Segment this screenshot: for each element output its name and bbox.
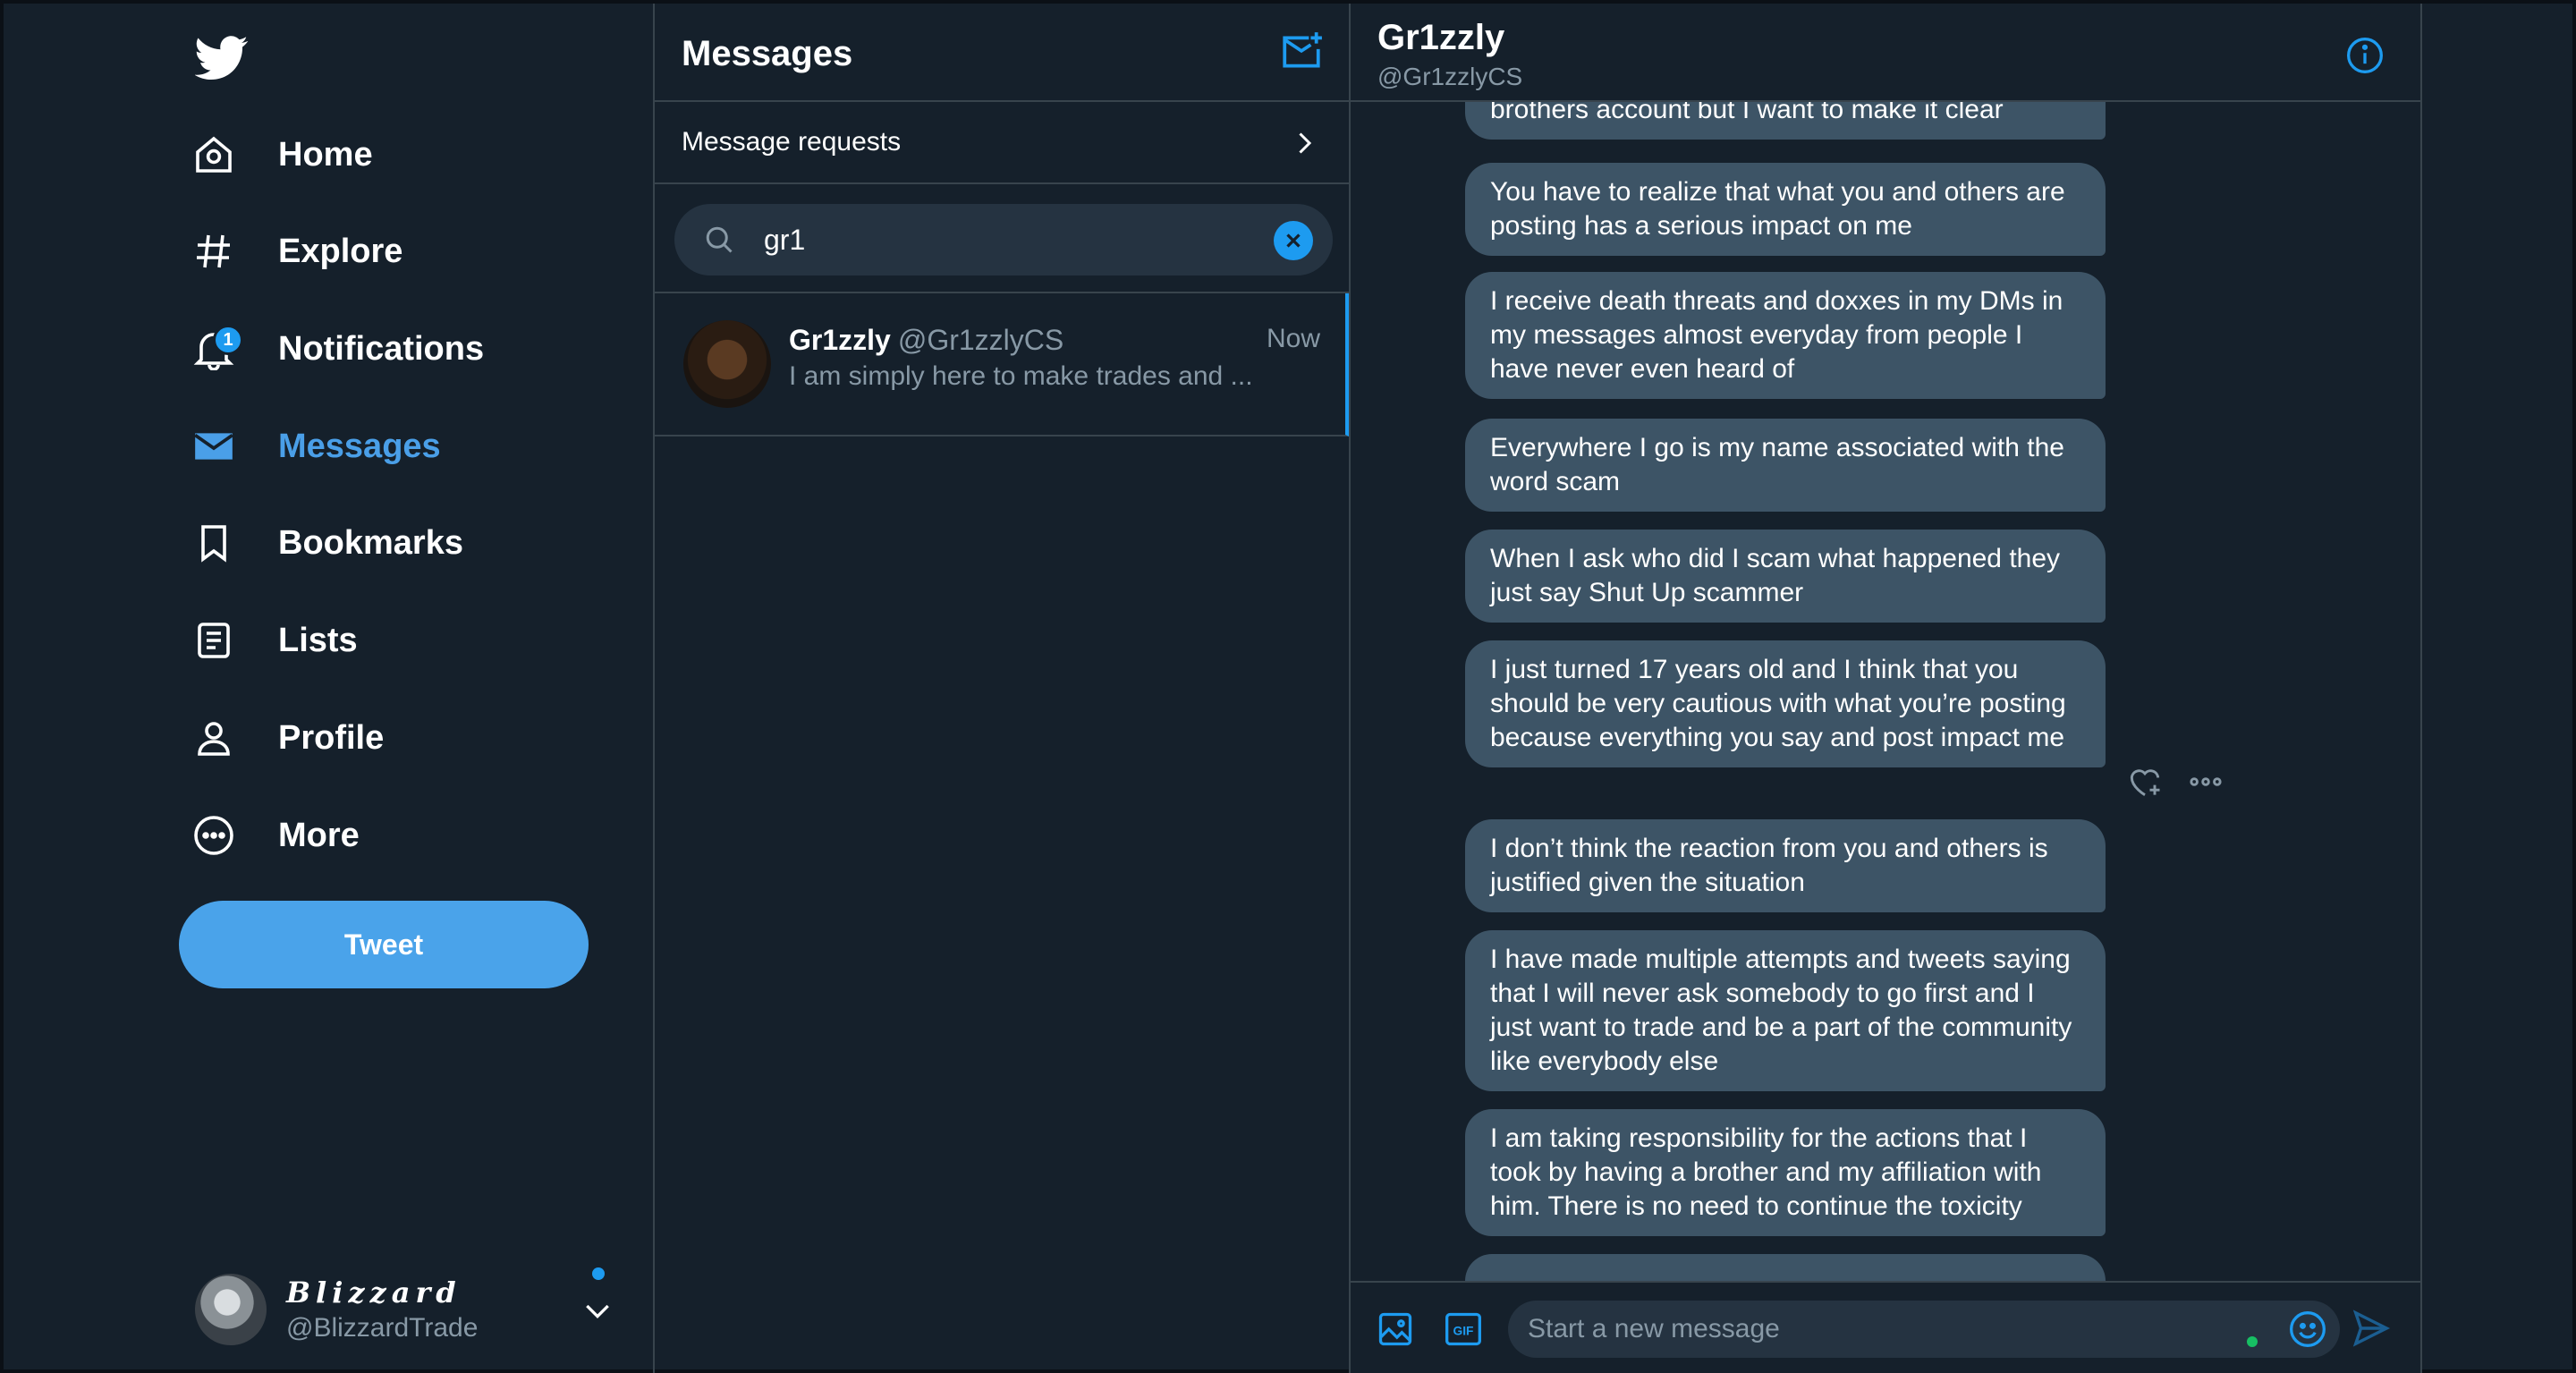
message-requests-row[interactable]: Message requests [655, 102, 1349, 184]
home-icon [191, 132, 236, 177]
send-icon[interactable] [2351, 1308, 2392, 1349]
chat-header: Gr1zzly @Gr1zzlyCS [1351, 4, 2420, 102]
image-icon[interactable] [1376, 1309, 1415, 1349]
search-input[interactable] [764, 218, 1265, 261]
account-handle: @BlizzardTrade [286, 1313, 479, 1343]
gif-icon[interactable]: GIF [1444, 1309, 1483, 1349]
status-dot [2247, 1336, 2258, 1347]
message-actions [2125, 759, 2259, 805]
new-message-icon[interactable] [1279, 30, 1324, 75]
like-heart-icon[interactable] [2125, 762, 2165, 801]
emoji-icon[interactable] [2288, 1309, 2327, 1349]
message-bubble [1465, 1254, 2106, 1281]
conversation-item[interactable]: Gr1zzly @Gr1zzlyCS Now I am simply here t… [655, 293, 1349, 436]
search-section [655, 184, 1349, 293]
bell-icon: 1 [191, 325, 243, 371]
page-title: Messages [682, 34, 853, 73]
conversation-handle: @Gr1zzlyCS [897, 324, 1064, 356]
message-bubble: I receive death threats and doxxes in my… [1465, 272, 2106, 399]
person-icon [191, 716, 236, 760]
search-icon [706, 226, 733, 253]
message-bubble: I am taking responsibility for the actio… [1465, 1109, 2106, 1236]
nav-label: Bookmarks [278, 523, 463, 562]
nav-more[interactable]: More [191, 795, 386, 876]
chevron-down-icon[interactable] [580, 1292, 615, 1328]
message-input[interactable] [1528, 1311, 2225, 1347]
nav-bookmarks[interactable]: Bookmarks [191, 503, 490, 583]
conversation-time: Now [1266, 324, 1320, 353]
message-bubble: When I ask who did I scam what happened … [1465, 530, 2106, 623]
message-bubble: Everywhere I go is my name associated wi… [1465, 419, 2106, 512]
conversation-name: Gr1zzly @Gr1zzlyCS [789, 324, 1063, 357]
nav-label: Lists [278, 621, 358, 659]
conversation-preview: I am simply here to make trades and ... [789, 361, 1253, 391]
nav-messages[interactable]: Messages [191, 406, 468, 487]
message-input-box [1508, 1301, 2340, 1358]
more-circle-icon [191, 813, 236, 858]
message-requests-label: Message requests [682, 127, 902, 157]
svg-text:GIF: GIF [1453, 1324, 1474, 1337]
nav-profile[interactable]: Profile [191, 698, 411, 778]
avatar [683, 320, 771, 408]
chat-title: Gr1zzly [1377, 18, 1505, 57]
message-bubble: I have made multiple attempts and tweets… [1465, 930, 2106, 1091]
message-bubble: brothers account but I want to make it c… [1465, 102, 2106, 140]
nav-explore[interactable]: Explore [191, 211, 429, 292]
nav-label: Profile [278, 718, 385, 757]
message-composer: GIF [1351, 1281, 2420, 1373]
message-bubble: I just turned 17 years old and I think t… [1465, 640, 2106, 767]
close-icon [1286, 233, 1301, 248]
message-thread[interactable]: brothers account but I want to make it c… [1351, 102, 2420, 1281]
nav-label: Messages [278, 427, 441, 465]
more-horizontal-icon[interactable] [2186, 762, 2225, 801]
account-switcher[interactable]: Blizzard @BlizzardTrade [195, 1267, 615, 1350]
sidebar: Home Explore 1 Notifications Messages Bo… [4, 4, 653, 1373]
nav-label: Notifications [278, 329, 485, 368]
nav-lists[interactable]: Lists [191, 600, 385, 681]
twitter-logo-icon[interactable] [195, 30, 249, 84]
message-bubble: You have to realize that what you and ot… [1465, 163, 2106, 256]
messages-header: Messages [655, 4, 1349, 102]
account-display-name: Blizzard [286, 1276, 462, 1309]
list-icon [191, 618, 236, 663]
bookmark-icon [191, 521, 236, 565]
chevron-right-icon [1299, 132, 1312, 154]
nav-label: Explore [278, 232, 403, 270]
info-icon[interactable] [2345, 36, 2385, 75]
tweet-button[interactable]: Tweet [179, 901, 589, 988]
search-box [674, 204, 1333, 275]
clear-search-button[interactable] [1274, 221, 1313, 260]
messages-panel: Messages Message requests Gr1zzly@Gr1zzl… [653, 4, 1351, 1373]
app-window: Home Explore 1 Notifications Messages Bo… [0, 0, 2576, 1373]
avatar [195, 1274, 267, 1345]
message-bubble: I don’t think the reaction from you and … [1465, 819, 2106, 912]
nav-home[interactable]: Home [191, 114, 400, 195]
unread-dot [592, 1267, 605, 1280]
hashtag-icon [191, 229, 236, 274]
notification-badge: 1 [213, 325, 243, 355]
envelope-icon [191, 424, 236, 469]
nav-label: Home [278, 135, 373, 174]
nav-label: More [278, 816, 360, 854]
conversation-display-name: Gr1zzly [789, 324, 891, 356]
chat-handle: @Gr1zzlyCS [1377, 63, 1523, 90]
nav-notifications[interactable]: 1 Notifications [191, 309, 511, 389]
chat-panel: Gr1zzly @Gr1zzlyCS brothers account but … [1351, 4, 2422, 1373]
